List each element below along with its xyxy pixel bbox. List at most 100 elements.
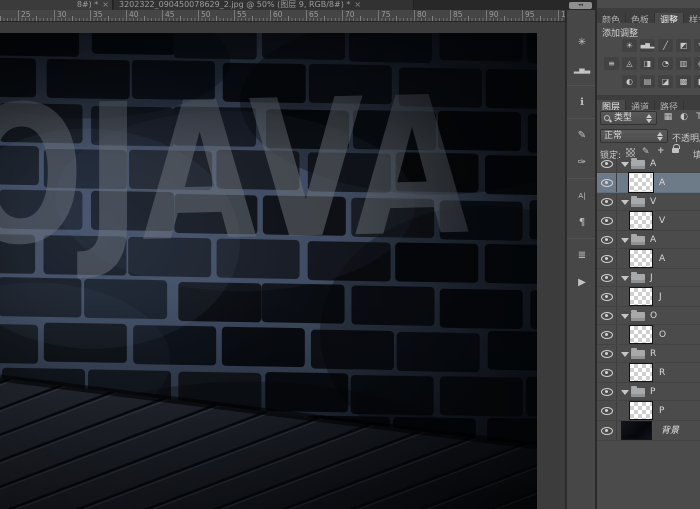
document-tab-bar: 8#) * × 3202322_090450078629_2.jpg @ 50% …	[0, 0, 700, 10]
layer-group-row-P[interactable]: P	[597, 383, 700, 401]
group-folder-icon	[631, 157, 645, 169]
close-tab-icon[interactable]: ×	[102, 0, 109, 10]
layer-group-row-A[interactable]: A	[597, 155, 700, 173]
clone-source-icon[interactable]: ✑	[569, 154, 595, 172]
eye-cell	[597, 363, 617, 382]
dock-separator	[567, 85, 595, 86]
expand-triangle-icon[interactable]	[621, 351, 629, 357]
ruler-label: 45	[165, 10, 175, 19]
close-tab-icon[interactable]: ×	[354, 0, 361, 10]
layer-thumbnail[interactable]	[629, 172, 653, 192]
color-wheel-icon[interactable]: ✳	[569, 34, 595, 52]
layer-group-row-V[interactable]: V	[597, 193, 700, 211]
layer-thumbnail[interactable]	[629, 210, 653, 230]
character-panel-icon[interactable]: A|	[569, 187, 595, 205]
layer-name: R	[650, 348, 657, 359]
group-folder-icon	[631, 271, 645, 283]
layer-group-row-J[interactable]: J	[597, 269, 700, 287]
layer-thumbnail[interactable]	[629, 400, 653, 420]
group-folder-icon	[631, 385, 645, 397]
ruler-tick	[270, 10, 271, 21]
layer-thumbnail[interactable]	[629, 286, 653, 306]
visibility-eye-icon[interactable]	[601, 311, 613, 320]
visibility-eye-icon[interactable]	[601, 349, 613, 358]
brush-presets-icon[interactable]: ✎	[569, 127, 595, 145]
visibility-eye-icon[interactable]	[601, 216, 613, 225]
ruler-tick	[162, 10, 163, 21]
ruler-tick	[306, 10, 307, 21]
background-layer-row[interactable]: 背景	[597, 420, 700, 441]
layer-row-A[interactable]: A	[597, 172, 700, 193]
ruler-label: 85	[453, 10, 463, 19]
background-thumbnail[interactable]	[621, 420, 652, 440]
document-tab-partial[interactable]: 8#) * ×	[0, 0, 113, 10]
layer-name: O	[650, 310, 658, 321]
group-folder-icon	[631, 233, 645, 245]
visibility-eye-icon[interactable]	[601, 235, 613, 244]
document-title: 3202322_090450078629_2.jpg @ 50% (图层 9, …	[119, 0, 351, 9]
layer-row-P[interactable]: P	[597, 400, 700, 421]
visibility-eye-icon[interactable]	[601, 330, 613, 339]
panel-dock-strip: ✳ ▂▅▃ ℹ ✎ ✑ A| ¶ ≣ ▶	[565, 10, 597, 509]
visibility-eye-icon[interactable]	[601, 197, 613, 206]
layer-thumbnail[interactable]	[629, 248, 653, 268]
visibility-eye-icon[interactable]	[601, 406, 613, 415]
expand-triangle-icon[interactable]	[621, 161, 629, 167]
expand-triangle-icon[interactable]	[621, 313, 629, 319]
eye-cell	[597, 155, 617, 172]
layer-name: P	[650, 386, 656, 397]
canvas-image[interactable]: OJAVA	[0, 33, 537, 509]
layer-name: A	[650, 234, 657, 245]
ruler-label: 70	[345, 10, 355, 19]
ruler-label: 40	[129, 10, 139, 19]
layer-row-J[interactable]: J	[597, 286, 700, 307]
eye-cell	[597, 193, 617, 210]
ruler-label: 75	[381, 10, 391, 19]
layer-row-O[interactable]: O	[597, 324, 700, 345]
visibility-eye-icon[interactable]	[601, 292, 613, 301]
expand-triangle-icon[interactable]	[621, 199, 629, 205]
info-panel-icon[interactable]: ℹ	[569, 94, 595, 112]
eye-cell	[597, 383, 617, 400]
eye-cell	[597, 401, 617, 420]
paragraph-panel-icon[interactable]: ¶	[569, 214, 595, 232]
visibility-eye-icon[interactable]	[601, 159, 613, 168]
visibility-eye-icon[interactable]	[601, 254, 613, 263]
collapse-dock-icon[interactable]: ◂◂	[569, 2, 592, 9]
histogram-icon[interactable]: ▂▅▃	[569, 61, 595, 79]
expand-triangle-icon[interactable]	[621, 389, 629, 395]
document-tab-active[interactable]: 3202322_090450078629_2.jpg @ 50% (图层 9, …	[114, 0, 414, 10]
expand-triangle-icon[interactable]	[621, 275, 629, 281]
ruler-tick	[414, 10, 415, 21]
visibility-eye-icon[interactable]	[601, 368, 613, 377]
layer-name: A	[659, 177, 666, 188]
visibility-eye-icon[interactable]	[601, 273, 613, 282]
layer-row-R[interactable]: R	[597, 362, 700, 383]
layer-row-A[interactable]: A	[597, 248, 700, 269]
visibility-eye-icon[interactable]	[601, 178, 613, 187]
layer-group-row-R[interactable]: R	[597, 345, 700, 363]
group-folder-icon	[631, 347, 645, 359]
actions-panel-icon[interactable]: ▶	[569, 274, 595, 292]
layer-thumbnail[interactable]	[629, 362, 653, 382]
layer-group-row-O[interactable]: O	[597, 307, 700, 325]
visibility-eye-icon[interactable]	[601, 387, 613, 396]
layer-group-row-A[interactable]: A	[597, 231, 700, 249]
layer-thumbnail[interactable]	[629, 324, 653, 344]
ruler-label: 25	[21, 10, 31, 19]
ruler-tick	[126, 10, 127, 21]
ruler-label: 30	[57, 10, 67, 19]
eye-cell	[597, 287, 617, 306]
eye-cell	[597, 231, 617, 248]
layer-row-V[interactable]: V	[597, 210, 700, 231]
ruler-tick	[486, 10, 487, 21]
ruler-label: 80	[417, 10, 427, 19]
ruler-tick	[18, 10, 19, 21]
expand-triangle-icon[interactable]	[621, 237, 629, 243]
eye-cell	[597, 173, 617, 192]
eye-cell	[597, 269, 617, 286]
ruler-tick	[90, 10, 91, 21]
right-panel-column: 颜色色板调整样式 添加调整 ☀▄▆▂╱◩▽≡◬◨◔▥◉◐▤◪▩◧ 图层通道路径 …	[597, 0, 700, 509]
layer-comps-icon[interactable]: ≣	[569, 247, 595, 265]
visibility-eye-icon[interactable]	[601, 426, 613, 435]
